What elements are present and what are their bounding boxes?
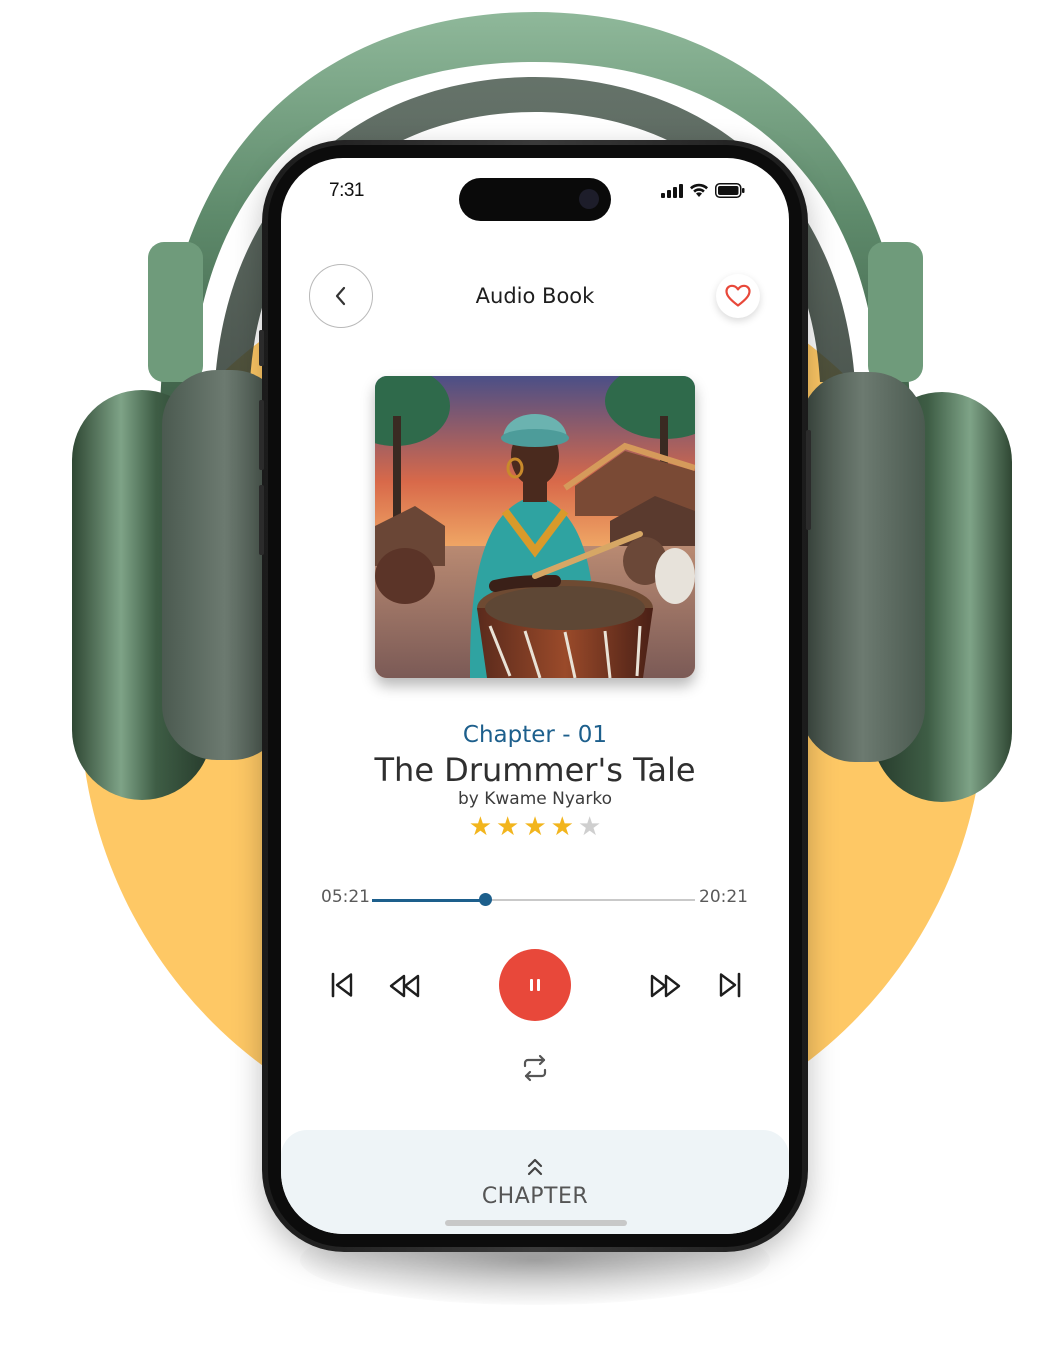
skip-next-icon [719, 972, 741, 998]
rewind-icon [389, 974, 420, 998]
progress-fill [372, 898, 486, 902]
power-button [806, 430, 811, 530]
chapter-label: Chapter - 01 [462, 722, 608, 748]
battery-icon [715, 183, 745, 198]
chapter-sheet[interactable] [281, 1130, 789, 1234]
progress-thumb[interactable] [479, 893, 493, 906]
page-title: Audio Book [475, 284, 595, 308]
right-earcup [800, 372, 1012, 802]
expand-sheet-button[interactable] [524, 1156, 546, 1180]
action-button [259, 330, 264, 366]
book-title: The Drummer's Tale [374, 751, 696, 789]
star-filled-icon: ★ [468, 812, 493, 842]
status-icons [661, 183, 745, 198]
fast-forward-button[interactable] [647, 970, 683, 1002]
volume-up-button [259, 400, 264, 470]
favorite-button[interactable] [716, 274, 760, 318]
wifi-icon [690, 183, 708, 197]
status-time: 7:31 [329, 180, 364, 201]
pause-icon [530, 979, 540, 991]
skip-previous-button[interactable] [327, 969, 357, 1001]
volume-down-button [259, 485, 264, 555]
app-screen: 7:31 Audio Book Chapter - 01 The Drummer… [281, 158, 789, 1234]
total-time: 20:21 [699, 887, 748, 907]
heart-icon [725, 284, 751, 307]
book-cover-image [375, 376, 695, 678]
camera-icon [579, 189, 599, 209]
fast-forward-icon [650, 974, 681, 998]
repeat-icon [523, 1054, 547, 1082]
star-filled-icon: ★ [523, 812, 547, 842]
skip-next-button[interactable] [715, 969, 745, 1001]
double-chevron-up-icon [527, 1158, 543, 1176]
phone-frame: 7:31 Audio Book Chapter - 01 The Drummer… [259, 140, 811, 1252]
pause-button[interactable] [499, 949, 571, 1021]
rewind-button[interactable] [387, 970, 423, 1002]
star-empty-icon: ★ [577, 812, 602, 842]
skip-previous-icon [331, 972, 353, 998]
left-earcup [72, 370, 287, 800]
promo-scene: 7:31 Audio Book Chapter - 01 The Drummer… [0, 0, 1063, 1355]
repeat-button[interactable] [519, 1052, 551, 1084]
signal-icon [661, 183, 683, 198]
progress-slider[interactable] [372, 893, 695, 906]
chapter-sheet-label[interactable]: CHAPTER [281, 1184, 789, 1209]
current-time: 05:21 [321, 887, 370, 907]
home-indicator [445, 1220, 627, 1226]
star-filled-icon: ★ [550, 812, 574, 842]
dynamic-island [459, 178, 611, 221]
star-rating: ★ ★ ★ ★ ★ [281, 812, 789, 842]
star-filled-icon: ★ [496, 812, 520, 842]
book-author: by Kwame Nyarko [458, 789, 612, 809]
